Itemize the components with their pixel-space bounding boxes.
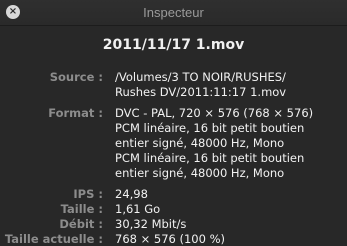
format-line: entier signé, 48000 Hz, Mono (115, 136, 285, 150)
format-row: Format : DVC - PAL, 720 × 576 (768 × 576… (0, 106, 347, 181)
format-label: Format : (48, 106, 103, 120)
title-bar[interactable]: × Inspecteur (0, 0, 347, 26)
info-panel: Source : /Volumes/3 TO NOIR/RUSHES/ Rush… (0, 70, 347, 246)
current-size-value: 768 × 576 (100 %) (115, 232, 226, 246)
source-row: Source : /Volumes/3 TO NOIR/RUSHES/ Rush… (0, 70, 347, 100)
window-title: Inspecteur (143, 5, 204, 20)
ips-row: IPS : 24,98 (0, 187, 347, 202)
file-name: 2011/11/17 1.mov (102, 37, 245, 53)
current-size-row: Taille actuelle : 768 × 576 (100 %) (0, 232, 347, 246)
ips-value: 24,98 (115, 187, 148, 201)
bitrate-row: Débit : 30,32 Mbit/s (0, 217, 347, 232)
format-line: PCM linéaire, 16 bit petit boutien (115, 151, 305, 165)
bitrate-value: 30,32 Mbit/s (115, 217, 187, 231)
source-line: /Volumes/3 TO NOIR/RUSHES/ (115, 70, 286, 84)
inspector-window: × Inspecteur 2011/11/17 1.mov Source : /… (0, 0, 347, 246)
format-line: DVC - PAL, 720 × 576 (768 × 576) (115, 106, 314, 120)
format-line: entier signé, 48000 Hz, Mono (115, 166, 285, 180)
source-line: Rushes DV/2011:11:17 1.mov (115, 85, 287, 99)
size-label: Taille : (60, 202, 103, 216)
format-value: DVC - PAL, 720 × 576 (768 × 576) PCM lin… (115, 106, 347, 181)
format-line: PCM linéaire, 16 bit petit boutien (115, 121, 305, 135)
size-row: Taille : 1,61 Go (0, 202, 347, 217)
bitrate-label: Débit : (59, 217, 103, 231)
source-label: Source : (49, 70, 103, 84)
ips-label: IPS : (73, 187, 103, 201)
size-value: 1,61 Go (115, 202, 161, 216)
source-value: /Volumes/3 TO NOIR/RUSHES/ Rushes DV/201… (115, 70, 347, 100)
current-size-label: Taille actuelle : (4, 232, 103, 246)
